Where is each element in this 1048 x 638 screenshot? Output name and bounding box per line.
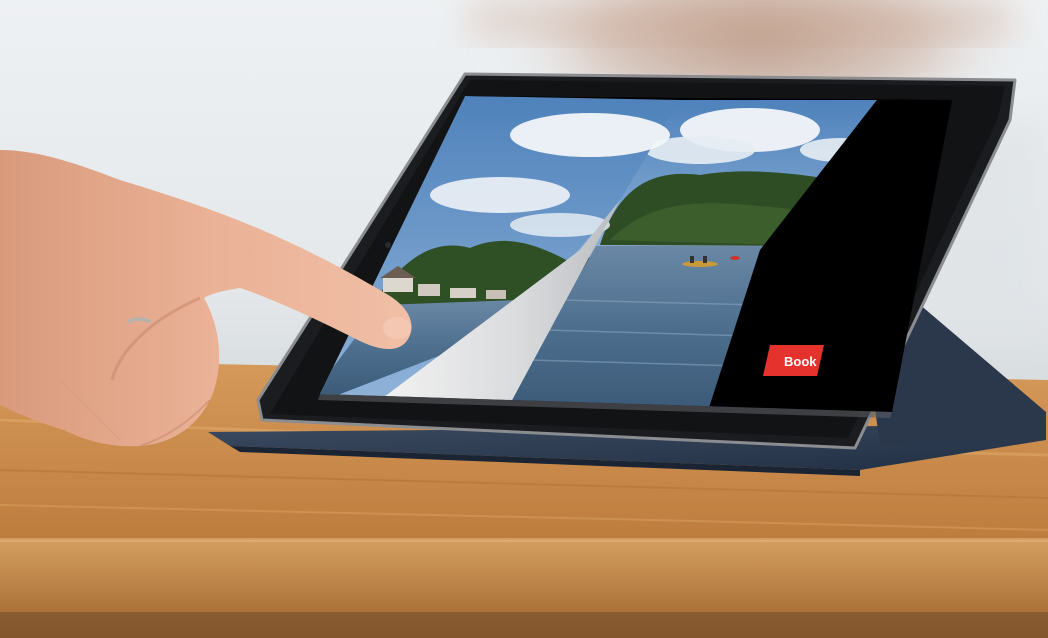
camera-icon <box>385 242 391 248</box>
book-button[interactable]: Book <box>763 345 824 376</box>
book-button-label: Book <box>784 354 817 369</box>
photo-illustration: Book <box>0 0 1048 638</box>
photo-scene: Book <box>0 0 1048 638</box>
